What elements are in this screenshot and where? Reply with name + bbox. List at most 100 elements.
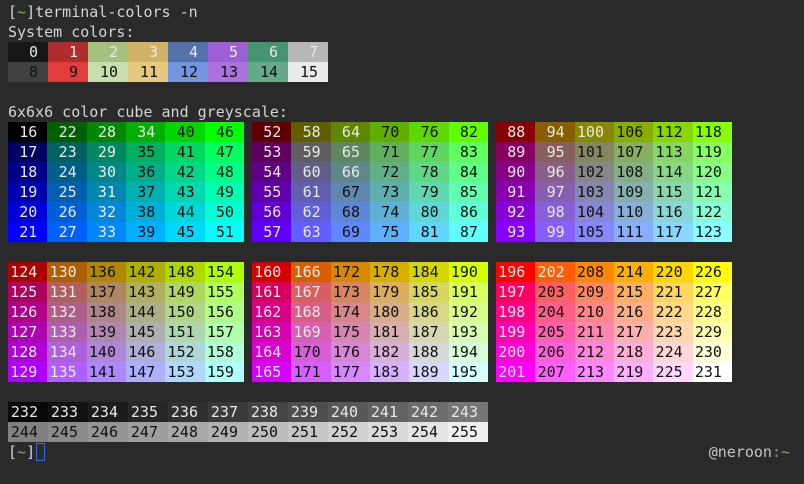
- color-swatch-5: 5: [208, 42, 248, 62]
- color-swatch-202: 202: [535, 262, 574, 282]
- color-swatch-255: 255: [448, 422, 488, 442]
- color-swatch-146: 146: [126, 342, 165, 362]
- cube-row: 165171177183189195: [252, 362, 488, 382]
- color-swatch-39: 39: [126, 222, 165, 242]
- color-swatch-224: 224: [653, 342, 692, 362]
- color-swatch-143: 143: [126, 282, 165, 302]
- color-swatch-56: 56: [252, 202, 291, 222]
- color-swatch-167: 167: [291, 282, 330, 302]
- color-swatch-164: 164: [252, 342, 291, 362]
- color-swatch-242: 242: [408, 402, 448, 422]
- color-swatch-165: 165: [252, 362, 291, 382]
- color-swatch-90: 90: [496, 162, 535, 182]
- prompt-tilde: ~: [17, 3, 26, 21]
- color-swatch-28: 28: [87, 122, 126, 142]
- color-swatch-210: 210: [575, 302, 614, 322]
- prompt-line-top: [~]terminal-colors -n: [8, 2, 804, 22]
- color-swatch-29: 29: [87, 142, 126, 162]
- cube-block-4: 1241301361421481541251311371431491551261…: [8, 262, 244, 382]
- system-colors-label: System colors:: [8, 22, 804, 42]
- color-swatch-71: 71: [370, 142, 409, 162]
- color-swatch-84: 84: [449, 162, 488, 182]
- color-swatch-148: 148: [165, 262, 204, 282]
- right-prompt: @neroon:~: [709, 442, 790, 462]
- cube-row: 525864707682: [252, 122, 488, 142]
- cube-row: 172329354147: [8, 142, 244, 162]
- color-swatch-31: 31: [87, 182, 126, 202]
- color-swatch-10: 10: [88, 62, 128, 82]
- color-swatch-131: 131: [47, 282, 86, 302]
- color-swatch-221: 221: [653, 282, 692, 302]
- color-swatch-156: 156: [205, 302, 244, 322]
- cube-row: 9399105111117123: [496, 222, 732, 242]
- color-swatch-92: 92: [496, 202, 535, 222]
- cube-row: 566268748086: [252, 202, 488, 222]
- cube-row: 201207213219225231: [496, 362, 732, 382]
- color-swatch-107: 107: [614, 142, 653, 162]
- color-swatch-16: 16: [8, 122, 47, 142]
- color-swatch-217: 217: [614, 322, 653, 342]
- color-swatch-233: 233: [48, 402, 88, 422]
- color-swatch-33: 33: [87, 222, 126, 242]
- color-swatch-44: 44: [165, 202, 204, 222]
- cube-row: 8894100106112118: [496, 122, 732, 142]
- color-swatch-95: 95: [535, 142, 574, 162]
- terminal-window[interactable]: [~]terminal-colors -n System colors: 012…: [0, 0, 804, 484]
- system-color-grid: 0123456789101112131415: [8, 42, 804, 82]
- color-swatch-213: 213: [575, 362, 614, 382]
- color-swatch-43: 43: [165, 182, 204, 202]
- cube-band-2: 1241301361421481541251311371431491551261…: [8, 262, 804, 382]
- color-swatch-198: 198: [496, 302, 535, 322]
- color-swatch-205: 205: [535, 322, 574, 342]
- cube-row: 556167737985: [252, 182, 488, 202]
- color-swatch-77: 77: [409, 142, 448, 162]
- color-swatch-113: 113: [653, 142, 692, 162]
- color-swatch-144: 144: [126, 302, 165, 322]
- color-swatch-186: 186: [409, 302, 448, 322]
- color-swatch-180: 180: [370, 302, 409, 322]
- color-swatch-157: 157: [205, 322, 244, 342]
- terminal-cursor[interactable]: [36, 443, 45, 461]
- cube-row: 9096102108114120: [496, 162, 732, 182]
- color-swatch-135: 135: [47, 362, 86, 382]
- color-swatch-14: 14: [248, 62, 288, 82]
- color-swatch-97: 97: [535, 182, 574, 202]
- color-swatch-70: 70: [370, 122, 409, 142]
- color-swatch-80: 80: [409, 202, 448, 222]
- cube-row: 125131137143149155: [8, 282, 244, 302]
- color-swatch-195: 195: [449, 362, 488, 382]
- color-swatch-104: 104: [575, 202, 614, 222]
- color-swatch-2: 2: [88, 42, 128, 62]
- color-swatch-118: 118: [693, 122, 732, 142]
- color-swatch-8: 8: [8, 62, 48, 82]
- color-swatch-149: 149: [165, 282, 204, 302]
- color-swatch-73: 73: [370, 182, 409, 202]
- color-swatch-191: 191: [449, 282, 488, 302]
- color-swatch-145: 145: [126, 322, 165, 342]
- color-swatch-201: 201: [496, 362, 535, 382]
- color-swatch-58: 58: [291, 122, 330, 142]
- color-swatch-249: 249: [208, 422, 248, 442]
- system-colors-row-2: 89101112131415: [8, 62, 804, 82]
- color-swatch-24: 24: [47, 162, 86, 182]
- color-swatch-30: 30: [87, 162, 126, 182]
- cube-row: 200206212218224230: [496, 342, 732, 362]
- color-swatch-19: 19: [8, 182, 47, 202]
- color-swatch-102: 102: [575, 162, 614, 182]
- color-swatch-235: 235: [128, 402, 168, 422]
- color-swatch-126: 126: [8, 302, 47, 322]
- color-swatch-141: 141: [87, 362, 126, 382]
- color-swatch-45: 45: [165, 222, 204, 242]
- blank-line: [8, 382, 804, 402]
- color-swatch-168: 168: [291, 302, 330, 322]
- cube-row: 576369758187: [252, 222, 488, 242]
- cube-row: 546066727884: [252, 162, 488, 182]
- color-swatch-147: 147: [126, 362, 165, 382]
- color-swatch-47: 47: [205, 142, 244, 162]
- color-swatch-12: 12: [168, 62, 208, 82]
- cube-row: 163169175181187193: [252, 322, 488, 342]
- color-swatch-169: 169: [291, 322, 330, 342]
- color-swatch-85: 85: [449, 182, 488, 202]
- cube-row: 8995101107113119: [496, 142, 732, 162]
- color-swatch-193: 193: [449, 322, 488, 342]
